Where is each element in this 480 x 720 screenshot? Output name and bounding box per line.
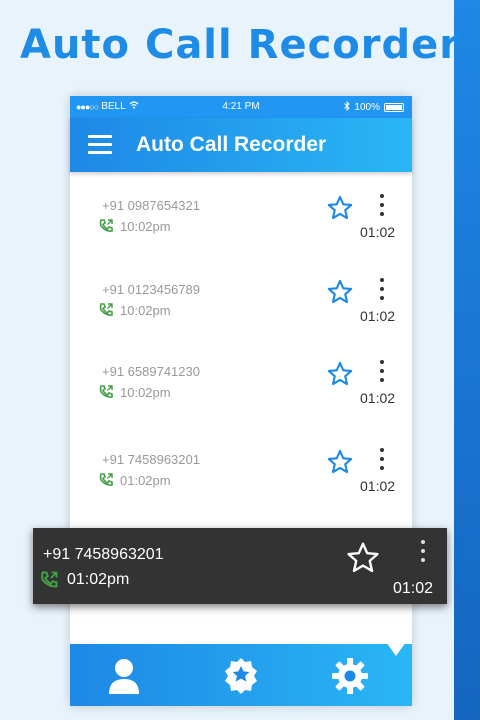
record-number: +91 7458963201 — [102, 452, 200, 467]
record-time: 10:02pm — [120, 218, 171, 234]
record-time-wrap: 01:02pm — [98, 472, 171, 488]
status-bar: ●●●○○ BELL 4:21 PM 100% — [70, 96, 412, 118]
record-time: 10:02pm — [120, 384, 171, 400]
more-options-icon[interactable] — [419, 540, 427, 568]
battery-label: 100% — [354, 102, 380, 113]
app-title: Auto Call Recorder — [136, 133, 327, 156]
app-bar: Auto Call Recorder — [70, 118, 412, 172]
selected-recording-card[interactable]: +91 7458963201 01:02pm 01:02 — [33, 528, 447, 604]
record-number: +91 0987654321 — [102, 198, 200, 213]
popup-number: +91 7458963201 — [43, 546, 164, 563]
star-icon[interactable] — [345, 540, 381, 576]
list-item[interactable]: +91 6589741230 10:02pm 01:02 — [70, 338, 412, 426]
star-icon[interactable] — [326, 194, 354, 222]
list-item[interactable]: +91 0987654321 10:02pm 01:02 — [70, 172, 412, 260]
more-options-icon[interactable] — [378, 278, 386, 302]
record-duration: 01:02 — [360, 308, 396, 324]
battery-icon — [384, 103, 404, 112]
star-icon[interactable] — [326, 360, 354, 388]
right-stripe — [454, 0, 480, 720]
more-options-icon[interactable] — [378, 360, 386, 384]
outgoing-call-icon — [99, 385, 113, 398]
star-icon[interactable] — [326, 278, 354, 306]
star-icon[interactable] — [326, 448, 354, 476]
popup-duration: 01:02 — [393, 580, 434, 597]
list-item[interactable]: +91 7458963201 01:02pm 01:02 — [70, 426, 412, 514]
phone-frame: ●●●○○ BELL 4:21 PM 100% Auto Call Record… — [70, 96, 412, 706]
more-options-icon[interactable] — [378, 448, 386, 472]
outgoing-call-icon — [99, 303, 113, 316]
bluetooth-icon — [344, 100, 351, 114]
outgoing-call-icon — [99, 473, 113, 486]
corner-indicator — [386, 642, 406, 656]
record-time-wrap: 10:02pm — [98, 302, 171, 318]
popup-time-wrap: 01:02pm — [39, 570, 129, 590]
contacts-icon[interactable] — [104, 656, 144, 696]
record-time-wrap: 10:02pm — [98, 218, 171, 234]
record-number: +91 6589741230 — [102, 364, 200, 379]
list-item[interactable]: +91 0123456789 10:02pm 01:02 — [70, 256, 412, 344]
record-duration: 01:02 — [360, 478, 396, 494]
outgoing-call-icon — [99, 219, 113, 232]
record-time-wrap: 10:02pm — [98, 384, 171, 400]
record-time: 10:02pm — [120, 302, 171, 318]
more-options-icon[interactable] — [378, 194, 386, 218]
record-duration: 01:02 — [360, 390, 396, 406]
status-right: 100% — [344, 100, 404, 114]
badge-icon[interactable] — [221, 656, 261, 696]
bottom-nav — [70, 642, 412, 706]
record-number: +91 0123456789 — [102, 282, 200, 297]
popup-time: 01:02pm — [67, 571, 130, 588]
record-time: 01:02pm — [120, 472, 171, 488]
promo-headline: Auto Call Recorder — [20, 22, 460, 68]
settings-icon[interactable] — [330, 656, 370, 696]
hamburger-menu-icon[interactable] — [88, 135, 112, 155]
outgoing-call-icon — [41, 571, 58, 588]
record-duration: 01:02 — [360, 224, 396, 240]
